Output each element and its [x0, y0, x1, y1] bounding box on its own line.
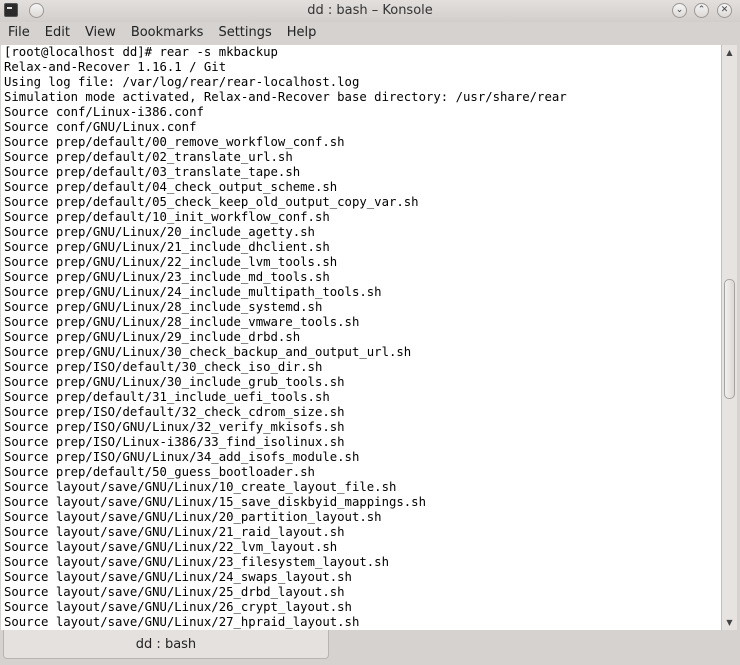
terminal-line: Source prep/GNU/Linux/21_include_dhclien…: [4, 240, 330, 254]
terminal-line: Source prep/default/00_remove_workflow_c…: [4, 135, 345, 149]
terminal-line: Source prep/default/31_include_uefi_tool…: [4, 390, 330, 404]
terminal-line: Source prep/GNU/Linux/28_include_systemd…: [4, 300, 323, 314]
terminal-line: Source prep/ISO/default/30_check_iso_dir…: [4, 360, 323, 374]
scroll-track[interactable]: [723, 61, 736, 614]
scroll-thumb[interactable]: [724, 279, 735, 399]
terminal-line: Simulation mode activated, Relax-and-Rec…: [4, 90, 567, 104]
terminal-line: Source conf/Linux-i386.conf: [4, 105, 204, 119]
tab-bar: dd : bash: [0, 630, 740, 665]
terminal-line: Source prep/default/10_init_workflow_con…: [4, 210, 330, 224]
arrow-up-icon: ▲: [726, 48, 733, 57]
terminal-line: Source layout/save/GNU/Linux/10_create_l…: [4, 480, 397, 494]
scroll-down-button[interactable]: ▼: [722, 615, 737, 630]
menu-edit[interactable]: Edit: [37, 22, 77, 44]
terminal-line: Source layout/save/GNU/Linux/25_drbd_lay…: [4, 585, 345, 599]
terminal-line: Source layout/save/GNU/Linux/22_lvm_layo…: [4, 540, 338, 554]
title-bar[interactable]: dd : bash – Konsole ⌄ ⌃ ✕: [0, 0, 740, 22]
tab-dd-bash[interactable]: dd : bash: [3, 630, 329, 659]
terminal-line: Source prep/ISO/default/32_check_cdrom_s…: [4, 405, 345, 419]
terminal-line: Source prep/ISO/GNU/Linux/34_add_isofs_m…: [4, 450, 360, 464]
terminal-line: Source prep/GNU/Linux/30_check_backup_an…: [4, 345, 412, 359]
terminal-output[interactable]: [root@localhost dd]# rear -s mkbackup Rel…: [1, 45, 721, 630]
terminal-line: Source prep/GNU/Linux/23_include_md_tool…: [4, 270, 330, 284]
minimize-button[interactable]: ⌄: [672, 3, 687, 18]
close-button[interactable]: ✕: [717, 3, 732, 18]
terminal-line: Source prep/GNU/Linux/24_include_multipa…: [4, 285, 382, 299]
terminal-line: Source prep/GNU/Linux/20_include_agetty.…: [4, 225, 315, 239]
menu-help[interactable]: Help: [279, 22, 324, 44]
terminal-line: Source prep/default/02_translate_url.sh: [4, 150, 293, 164]
terminal-line: Source prep/GNU/Linux/22_include_lvm_too…: [4, 255, 338, 269]
terminal-line: Source layout/save/GNU/Linux/20_partitio…: [4, 510, 382, 524]
terminal-text: [root@localhost dd]# rear -s mkbackup Rel…: [1, 45, 721, 630]
terminal-line: Source prep/ISO/GNU/Linux/32_verify_mkis…: [4, 420, 345, 434]
maximize-button[interactable]: ⌃: [694, 3, 709, 18]
tab-label: dd : bash: [135, 637, 197, 652]
terminal-line: Relax-and-Recover 1.16.1 / Git: [4, 60, 227, 74]
arrow-down-icon: ▼: [726, 618, 733, 627]
menu-settings[interactable]: Settings: [210, 22, 278, 44]
menu-bookmarks[interactable]: Bookmarks: [123, 22, 211, 44]
window-title: dd : bash – Konsole: [307, 3, 433, 18]
konsole-window: dd : bash – Konsole ⌄ ⌃ ✕ File Edit View…: [0, 0, 740, 665]
terminal-line: Source prep/GNU/Linux/29_include_drbd.sh: [4, 330, 301, 344]
terminal-line: Source layout/save/GNU/Linux/15_save_dis…: [4, 495, 426, 509]
terminal-line: Source layout/save/GNU/Linux/24_swaps_la…: [4, 570, 352, 584]
terminal-line: Source prep/ISO/Linux-i386/33_find_isoli…: [4, 435, 345, 449]
scroll-up-button[interactable]: ▲: [722, 45, 737, 60]
terminal-line: Source prep/default/04_check_output_sche…: [4, 180, 338, 194]
terminal-line: Source prep/default/03_translate_tape.sh: [4, 165, 301, 179]
vertical-scrollbar[interactable]: ▲ ▼: [721, 45, 737, 630]
terminal-line: Source layout/save/GNU/Linux/23_filesyst…: [4, 555, 389, 569]
terminal-line: Source prep/GNU/Linux/30_include_grub_to…: [4, 375, 345, 389]
terminal-line: Source prep/default/50_guess_bootloader.…: [4, 465, 315, 479]
terminal-line: Source layout/save/GNU/Linux/21_raid_lay…: [4, 525, 345, 539]
chevron-up-icon: ⌃: [697, 5, 706, 15]
terminal-line: Source layout/save/GNU/Linux/27_hpraid_l…: [4, 615, 360, 629]
terminal-line: [root@localhost dd]# rear -s mkbackup: [4, 45, 278, 59]
menu-view[interactable]: View: [77, 22, 123, 44]
chevron-down-icon: ⌄: [675, 5, 684, 15]
terminal-line: Source conf/GNU/Linux.conf: [4, 120, 197, 134]
terminal-line: Source layout/save/GNU/Linux/26_crypt_la…: [4, 600, 352, 614]
close-icon: ✕: [720, 5, 729, 15]
terminal-line: Using log file: /var/log/rear/rear-local…: [4, 75, 360, 89]
terminal-line: Source prep/default/05_check_keep_old_ou…: [4, 195, 419, 209]
menu-file[interactable]: File: [0, 22, 37, 44]
menu-bar: File Edit View Bookmarks Settings Help: [0, 22, 740, 44]
terminal-line: Source prep/GNU/Linux/28_include_vmware_…: [4, 315, 360, 329]
